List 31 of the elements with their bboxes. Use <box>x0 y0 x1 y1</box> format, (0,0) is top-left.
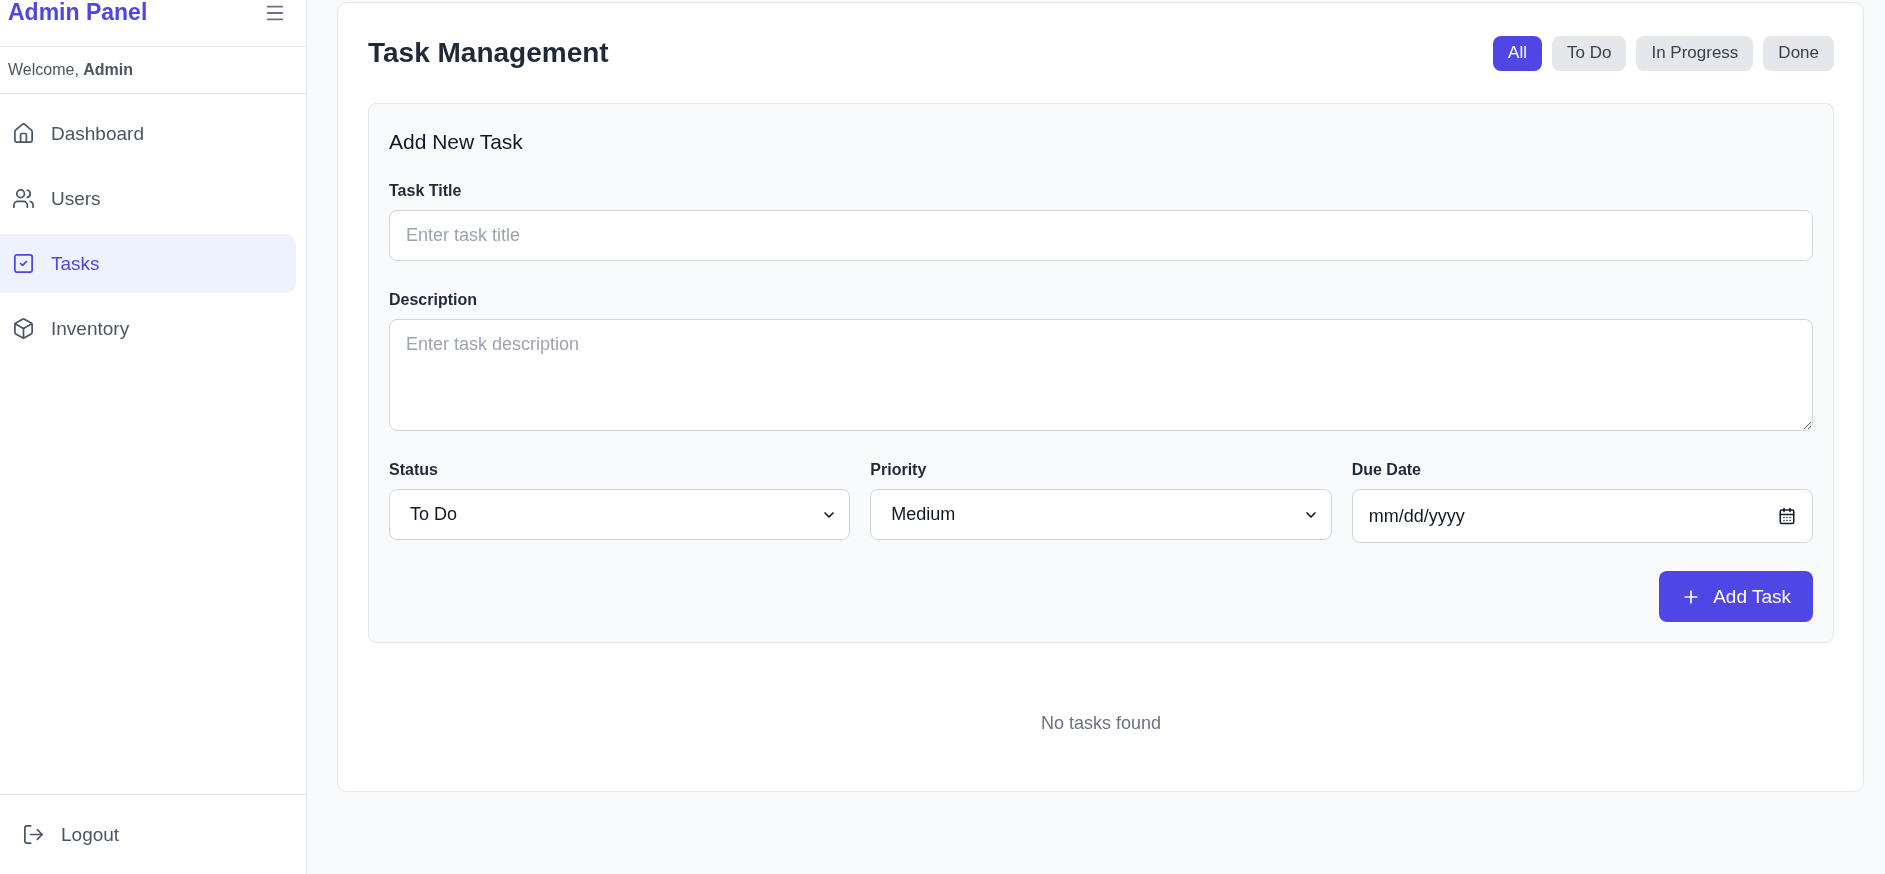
field-label: Status <box>389 461 439 479</box>
field-label: Priority <box>870 461 928 479</box>
filter-button[interactable]: In Progress <box>1636 35 1754 71</box>
priority-select[interactable]: Medium <box>870 489 1332 540</box>
welcome-text: Welcome, Admin <box>0 47 306 94</box>
empty-message: No tasks found <box>1039 713 1163 734</box>
nav-item[interactable]: Inventory <box>0 299 296 358</box>
date-field[interactable]: mm/dd/yyyy <box>1351 489 1813 543</box>
house-icon <box>12 122 35 145</box>
nav-item[interactable]: Tasks <box>0 234 296 293</box>
add-task-button[interactable]: Add Task <box>1659 571 1813 622</box>
nav-item[interactable]: Dashboard <box>0 104 296 163</box>
calendar-icon <box>1778 507 1796 525</box>
filter-button[interactable]: Done <box>1763 35 1834 71</box>
status-select[interactable]: To Do <box>389 489 851 540</box>
filter-button[interactable]: To Do <box>1552 35 1627 71</box>
nav-item[interactable]: Users <box>0 169 296 228</box>
form-title: Add New Task <box>389 130 524 154</box>
field-label: Task Title <box>389 182 463 200</box>
page-title: Task Management <box>368 37 609 69</box>
filter-button[interactable]: All <box>1493 35 1542 71</box>
title-input[interactable]: Enter task title <box>389 210 1813 261</box>
logout-icon <box>22 823 45 846</box>
users-icon <box>12 187 35 210</box>
logout-button[interactable]: Logout <box>22 823 120 846</box>
app-title: Admin Panel <box>8 0 148 24</box>
field-label: Due Date <box>1351 461 1422 479</box>
field-label: Description <box>389 291 478 309</box>
box-icon <box>12 317 35 340</box>
checkbox-icon <box>12 252 35 275</box>
description-input[interactable]: Enter task description <box>389 319 1813 431</box>
